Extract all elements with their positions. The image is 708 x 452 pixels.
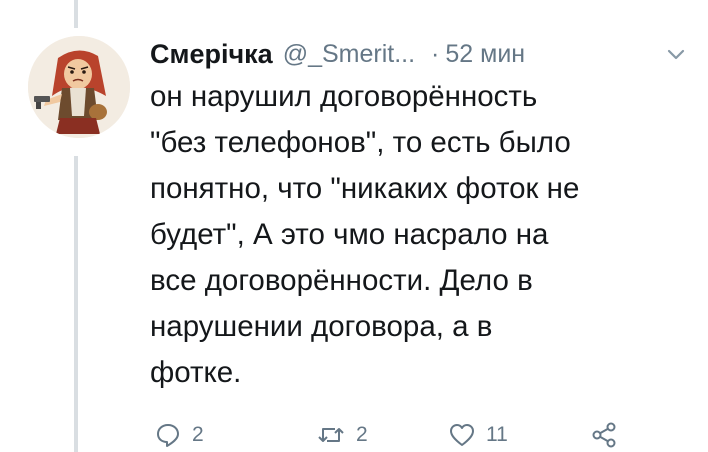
share-button[interactable] <box>590 418 618 452</box>
tweet-text: он нарушил договорённость "без телефонов… <box>150 74 690 396</box>
display-name[interactable]: Смерічка <box>150 39 273 70</box>
tweet[interactable]: Смерічка @_Smerit... · 52 мин он нарушил… <box>0 0 708 452</box>
like-button[interactable]: 11 <box>448 418 508 452</box>
reply-count: 2 <box>192 423 204 446</box>
tweet-text-line: "без телефонов", то есть было <box>150 126 571 159</box>
tweet-text-line: все договорённости. Дело в <box>150 264 533 297</box>
chevron-down-icon[interactable] <box>664 42 688 66</box>
retweet-button[interactable]: 2 <box>316 418 368 452</box>
avatar[interactable] <box>28 36 130 138</box>
action-bar: 2 2 11 <box>150 418 690 452</box>
tweet-header: Смерічка @_Smerit... · 52 мин <box>150 36 525 72</box>
thread-line-top <box>74 0 78 28</box>
tweet-text-line: нарушении договора, а в <box>150 310 493 343</box>
tweet-text-line: будет", А это чмо насрало на <box>150 218 549 251</box>
thread-line-bottom <box>74 156 78 452</box>
reply-button[interactable]: 2 <box>154 418 204 452</box>
retweet-icon <box>316 421 346 449</box>
reply-icon <box>154 421 182 449</box>
tweet-text-line: понятно, что "никаких фоток не <box>150 172 580 205</box>
avatar-illustration <box>28 36 130 138</box>
like-count: 11 <box>486 423 508 446</box>
user-handle[interactable]: @_Smerit... <box>283 40 415 69</box>
heart-icon <box>448 421 476 449</box>
timestamp[interactable]: 52 мин <box>445 40 525 69</box>
tweet-text-line: фотке. <box>150 356 242 389</box>
retweet-count: 2 <box>356 423 368 446</box>
tweet-text-line: он нарушил договорённость <box>150 80 538 113</box>
share-icon <box>590 421 618 449</box>
separator-dot: · <box>431 39 440 68</box>
